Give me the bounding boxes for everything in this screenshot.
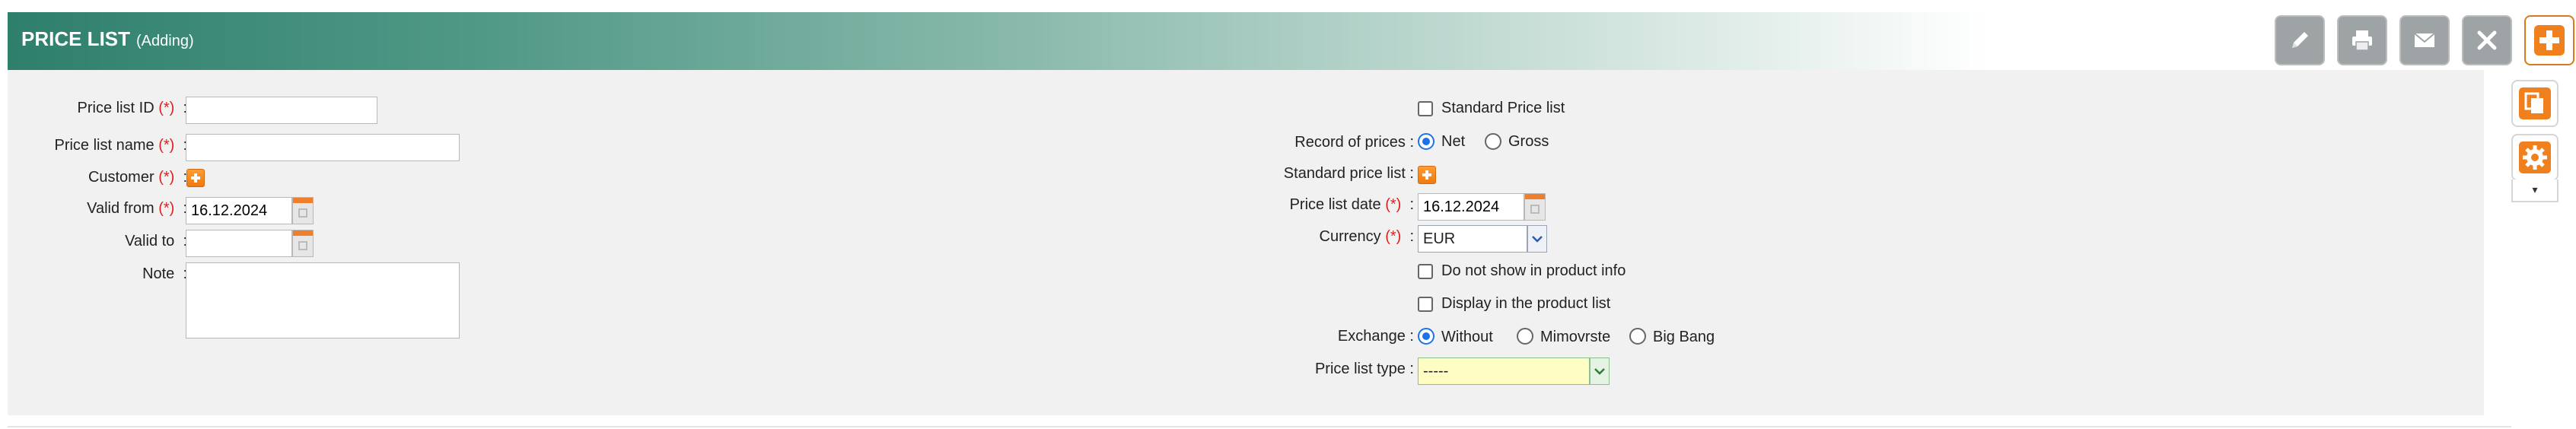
close-icon [2477, 30, 2497, 50]
price-list-type-select[interactable]: ----- [1418, 358, 1590, 385]
page-header: PRICE LIST (Adding) [8, 12, 2574, 70]
record-gross-radio[interactable] [1485, 133, 1501, 150]
price-list-form: Price list ID (*) : Price list name (*) … [8, 70, 2484, 415]
exchange-mimovrste-label: Mimovrste [1540, 329, 1611, 345]
price-list-date-calendar-icon[interactable] [1524, 193, 1546, 221]
currency-select[interactable]: EUR [1418, 225, 1527, 253]
valid-from-label: Valid from (*) : [87, 200, 187, 217]
plus-icon [2534, 25, 2565, 56]
exchange-bigbang-label: Big Bang [1653, 329, 1715, 345]
chevron-down-icon [1594, 368, 1605, 375]
copy-button[interactable] [2511, 80, 2558, 127]
gear-icon [2519, 141, 2551, 173]
valid-from-input[interactable] [186, 197, 292, 224]
chevron-down-icon [1532, 236, 1543, 243]
print-button[interactable] [2337, 15, 2387, 65]
price-list-date-label: Price list date (*) : [1289, 196, 1414, 213]
price-list-type-select-arrow[interactable] [1590, 358, 1610, 385]
display-in-list-label: Display in the product list [1441, 295, 1611, 312]
price-list-id-label: Price list ID (*) : [77, 100, 187, 116]
envelope-icon [2414, 33, 2435, 47]
valid-from-calendar-icon[interactable] [292, 197, 314, 224]
exchange-without-radio[interactable] [1418, 328, 1434, 345]
email-button[interactable] [2399, 15, 2450, 65]
bottom-divider [8, 426, 2511, 427]
customer-label: Customer (*) : [88, 169, 187, 186]
currency-label: Currency (*) : [1319, 228, 1415, 245]
record-of-prices-label: Record of prices : [1294, 134, 1414, 151]
exchange-without-label: Without [1441, 329, 1493, 345]
valid-to-label: Valid to : [125, 233, 187, 249]
record-gross-label: Gross [1508, 133, 1549, 150]
currency-select-arrow[interactable] [1527, 225, 1547, 253]
page-title-text: PRICE LIST [21, 27, 131, 50]
page-mode: (Adding) [136, 33, 194, 49]
valid-to-input[interactable] [186, 230, 292, 257]
price-list-id-input[interactable] [186, 97, 377, 124]
exchange-mimovrste-radio[interactable] [1517, 328, 1533, 345]
price-list-name-input[interactable] [186, 134, 460, 161]
price-list-type-label: Price list type : [1314, 361, 1414, 377]
standard-price-list-checkbox[interactable] [1418, 101, 1433, 116]
standard-price-list-checkbox-label: Standard Price list [1441, 100, 1565, 116]
do-not-show-label: Do not show in product info [1441, 262, 1626, 279]
page-title: PRICE LIST (Adding) [21, 27, 194, 51]
price-list-name-label: Price list name (*) : [54, 137, 187, 154]
record-net-radio[interactable] [1418, 133, 1434, 150]
pencil-icon [2292, 32, 2308, 48]
valid-to-calendar-icon[interactable] [292, 230, 314, 257]
edit-button[interactable] [2275, 15, 2325, 65]
do-not-show-checkbox[interactable] [1418, 264, 1433, 279]
copy-icon [2519, 87, 2551, 119]
printer-icon [2352, 30, 2372, 51]
close-button[interactable] [2462, 15, 2512, 65]
add-standard-price-list-button[interactable] [1418, 166, 1436, 184]
standard-price-list-label: Standard price list : [1283, 165, 1414, 182]
settings-dropdown[interactable]: ▾ [2511, 180, 2558, 202]
add-customer-button[interactable] [186, 169, 205, 187]
display-in-list-checkbox[interactable] [1418, 297, 1433, 312]
price-list-date-input[interactable] [1418, 193, 1524, 221]
note-textarea[interactable] [186, 262, 460, 338]
exchange-bigbang-radio[interactable] [1629, 328, 1646, 345]
record-net-label: Net [1441, 133, 1466, 150]
note-label: Note : [142, 265, 187, 282]
settings-button[interactable] [2511, 134, 2558, 181]
exchange-label: Exchange : [1337, 328, 1414, 345]
add-button[interactable] [2524, 15, 2574, 65]
